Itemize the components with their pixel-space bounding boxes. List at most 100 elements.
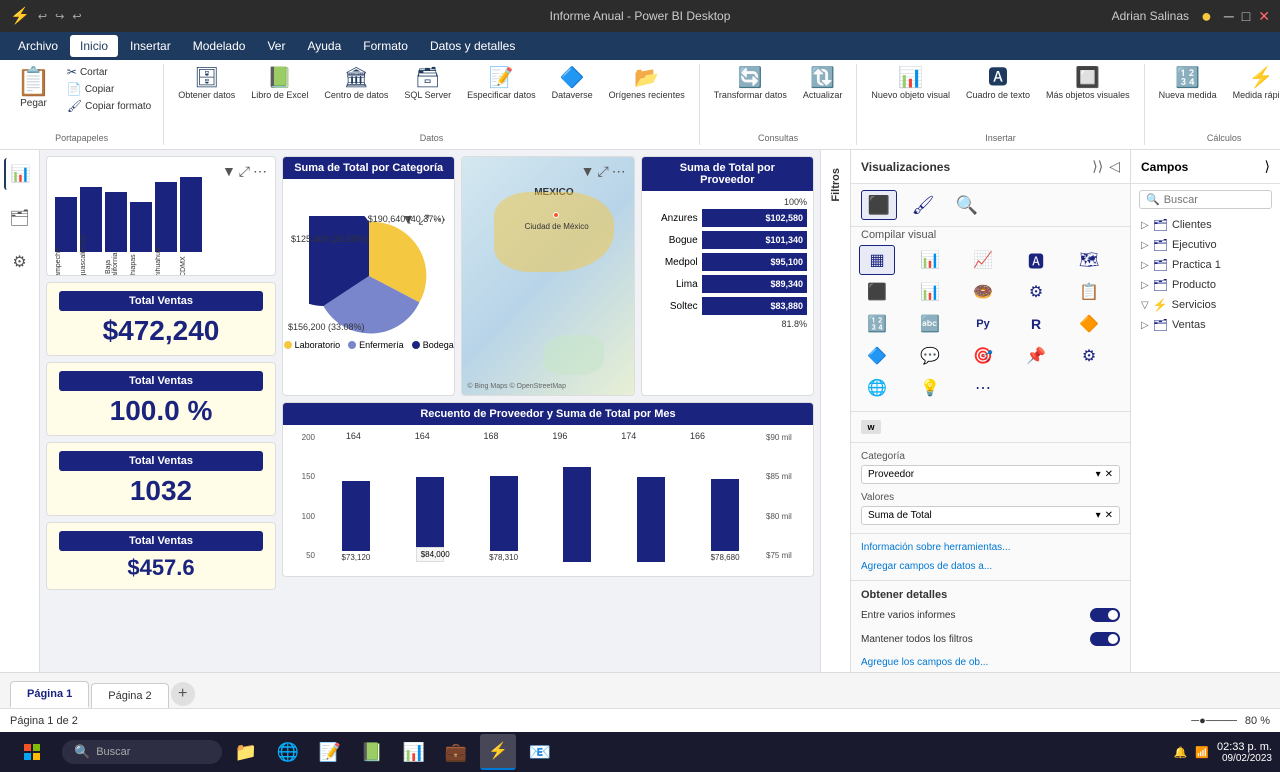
- close-button[interactable]: ✕: [1258, 8, 1270, 25]
- menu-inicio[interactable]: Inicio: [70, 35, 118, 57]
- viz-icon-treemap[interactable]: 🔤: [912, 309, 948, 339]
- viz-icon-globe[interactable]: 🌐: [859, 373, 895, 403]
- field-producto[interactable]: ▷ 🗂 Producto: [1131, 275, 1280, 295]
- obtener-datos-button[interactable]: 🗄 Obtener datos: [172, 64, 241, 104]
- menu-modelado[interactable]: Modelado: [183, 35, 256, 57]
- zoom-slider-icon[interactable]: ─●────: [1191, 715, 1237, 727]
- expand-icon[interactable]: ⤢: [239, 163, 250, 180]
- minimize-button[interactable]: ─: [1224, 8, 1234, 25]
- taskbar-excel[interactable]: 📗: [354, 734, 390, 770]
- viz-icon-line[interactable]: 📈: [965, 245, 1001, 275]
- agregar-campos[interactable]: Agregar campos de datos a...: [851, 557, 1130, 576]
- taskbar-teams[interactable]: 💼: [438, 734, 474, 770]
- menu-archivo[interactable]: Archivo: [8, 35, 68, 57]
- sidebar-data-icon[interactable]: 🗂: [4, 202, 36, 234]
- taskbar-edge[interactable]: 🌐: [270, 734, 306, 770]
- menu-ayuda[interactable]: Ayuda: [297, 35, 351, 57]
- taskbar-outlook[interactable]: 📧: [522, 734, 558, 770]
- fields-search-input[interactable]: [1164, 194, 1265, 206]
- viz-icon-map[interactable]: 🗺: [1071, 245, 1107, 275]
- viz-icon-ribbon[interactable]: 🔷: [859, 341, 895, 371]
- mas-objetos-button[interactable]: 🔲 Más objetos visuales: [1040, 64, 1136, 104]
- cuadro-texto-button[interactable]: 🅰 Cuadro de texto: [960, 64, 1036, 104]
- viz-icon-stacked-bar[interactable]: ⬛: [859, 277, 895, 307]
- nueva-medida-button[interactable]: 🔢 Nueva medida: [1153, 64, 1223, 104]
- entre-informes-toggle[interactable]: [1090, 608, 1120, 622]
- viz-icon-column[interactable]: 📊: [912, 277, 948, 307]
- viz-icon-r[interactable]: R: [1018, 309, 1054, 339]
- field-clientes[interactable]: ▷ 🗂 Clientes: [1131, 215, 1280, 235]
- taskbar-search[interactable]: 🔍 Buscar: [62, 740, 222, 764]
- viz-icon-custom1[interactable]: 📌: [1018, 341, 1054, 371]
- build-visual-button[interactable]: ⬛: [861, 190, 897, 220]
- viz-icon-custom2[interactable]: ⚙: [1071, 341, 1107, 371]
- valores-remove-icon[interactable]: ✕: [1105, 510, 1113, 521]
- field-ejecutivo[interactable]: ▷ 🗂 Ejecutivo: [1131, 235, 1280, 255]
- categoria-dropdown[interactable]: Proveedor ▾ ✕: [861, 465, 1120, 484]
- map-filter-icon[interactable]: ▼: [581, 163, 595, 180]
- viz-icon-tooltip[interactable]: 💬: [912, 341, 948, 371]
- actualizar-button[interactable]: 🔃 Actualizar: [797, 64, 849, 104]
- field-ventas[interactable]: ▷ 🗂 Ventas: [1131, 315, 1280, 335]
- format-paste-button[interactable]: 🖌 Copiar formato: [63, 98, 155, 114]
- viz-collapse-icon[interactable]: ◁: [1109, 158, 1120, 175]
- medida-rapida-button[interactable]: ⚡ Medida rápida: [1227, 64, 1280, 104]
- viz-icon-area[interactable]: 🅰: [1018, 245, 1054, 275]
- field-servicios[interactable]: ▽ ⚡ Servicios: [1131, 295, 1280, 315]
- viz-icon-table[interactable]: ▦: [859, 245, 895, 275]
- dataverse-button[interactable]: 🔷 Dataverse: [546, 64, 599, 104]
- sidebar-report-icon[interactable]: 📊: [4, 158, 36, 190]
- especificar-datos-button[interactable]: 📝 Especificar datos: [461, 64, 542, 104]
- start-button[interactable]: [8, 734, 56, 770]
- cut-button[interactable]: ✂ Cortar: [63, 64, 155, 80]
- menu-datos[interactable]: Datos y detalles: [420, 35, 525, 57]
- undo-icon[interactable]: ↩: [38, 10, 47, 23]
- viz-icon-decomp[interactable]: 🔶: [1071, 309, 1107, 339]
- sidebar-model-icon[interactable]: ⚙: [4, 246, 36, 278]
- menu-insertar[interactable]: Insertar: [120, 35, 181, 57]
- centro-datos-button[interactable]: 🏛 Centro de datos: [318, 64, 394, 104]
- categoria-chevron-icon[interactable]: ▾: [1096, 469, 1101, 480]
- w-indicator[interactable]: w: [861, 420, 881, 434]
- more-icon[interactable]: ⋯: [253, 163, 267, 180]
- page-tab-2[interactable]: Página 2: [91, 683, 168, 708]
- filter-icon[interactable]: ▼: [222, 163, 236, 180]
- taskbar-word[interactable]: 📝: [312, 734, 348, 770]
- viz-expand-icon[interactable]: ⟩⟩: [1092, 158, 1103, 175]
- viz-icon-bar[interactable]: 📊: [912, 245, 948, 275]
- viz-icon-scatter[interactable]: ⚙: [1018, 277, 1054, 307]
- taskbar-notification-icon[interactable]: 🔔: [1174, 746, 1188, 759]
- paste-button[interactable]: 📋 Pegar: [8, 64, 59, 113]
- format-visual-button[interactable]: 🖌: [905, 190, 941, 220]
- taskbar-powerpoint[interactable]: 📊: [396, 734, 432, 770]
- undo2-icon[interactable]: ↩: [72, 10, 81, 23]
- redo-icon[interactable]: ↪: [55, 10, 64, 23]
- map-more-icon[interactable]: ⋯: [612, 163, 626, 180]
- menu-formato[interactable]: Formato: [353, 35, 418, 57]
- copy-button[interactable]: 📄 Copiar: [63, 81, 155, 97]
- taskbar-wifi-icon[interactable]: 📶: [1195, 746, 1209, 759]
- viz-icon-bulb[interactable]: 💡: [912, 373, 948, 403]
- viz-icon-kpi[interactable]: 📋: [1071, 277, 1107, 307]
- field-practica[interactable]: ▷ 🗂 Practica 1: [1131, 255, 1280, 275]
- categoria-remove-icon[interactable]: ✕: [1105, 469, 1113, 480]
- info-herramientas[interactable]: Información sobre herramientas...: [851, 538, 1130, 557]
- viz-icon-python[interactable]: Py: [965, 309, 1001, 339]
- page-tab-1[interactable]: Página 1: [10, 681, 89, 708]
- agregar-campos-ob[interactable]: Agregue los campos de ob...: [851, 653, 1130, 672]
- valores-dropdown[interactable]: Suma de Total ▾ ✕: [861, 506, 1120, 525]
- origenes-button[interactable]: 📂 Orígenes recientes: [603, 64, 691, 104]
- viz-icon-more[interactable]: ⋯: [965, 373, 1001, 403]
- menu-ver[interactable]: Ver: [257, 35, 295, 57]
- sql-server-button[interactable]: 🗃 SQL Server: [398, 64, 457, 104]
- libro-excel-button[interactable]: 📗 Libro de Excel: [245, 64, 314, 104]
- viz-icon-gauge[interactable]: 🔢: [859, 309, 895, 339]
- taskbar-explorer[interactable]: 📁: [228, 734, 264, 770]
- mantener-filtros-toggle[interactable]: [1090, 632, 1120, 646]
- viz-icon-donut[interactable]: 🍩: [965, 277, 1001, 307]
- map-expand-icon[interactable]: ⤢: [597, 163, 608, 180]
- page-add-button[interactable]: +: [171, 682, 195, 706]
- analyze-visual-button[interactable]: 🔍: [949, 190, 985, 220]
- nuevo-objeto-button[interactable]: 📊 Nuevo objeto visual: [865, 64, 956, 104]
- fields-expand-icon[interactable]: ⟩: [1265, 158, 1270, 175]
